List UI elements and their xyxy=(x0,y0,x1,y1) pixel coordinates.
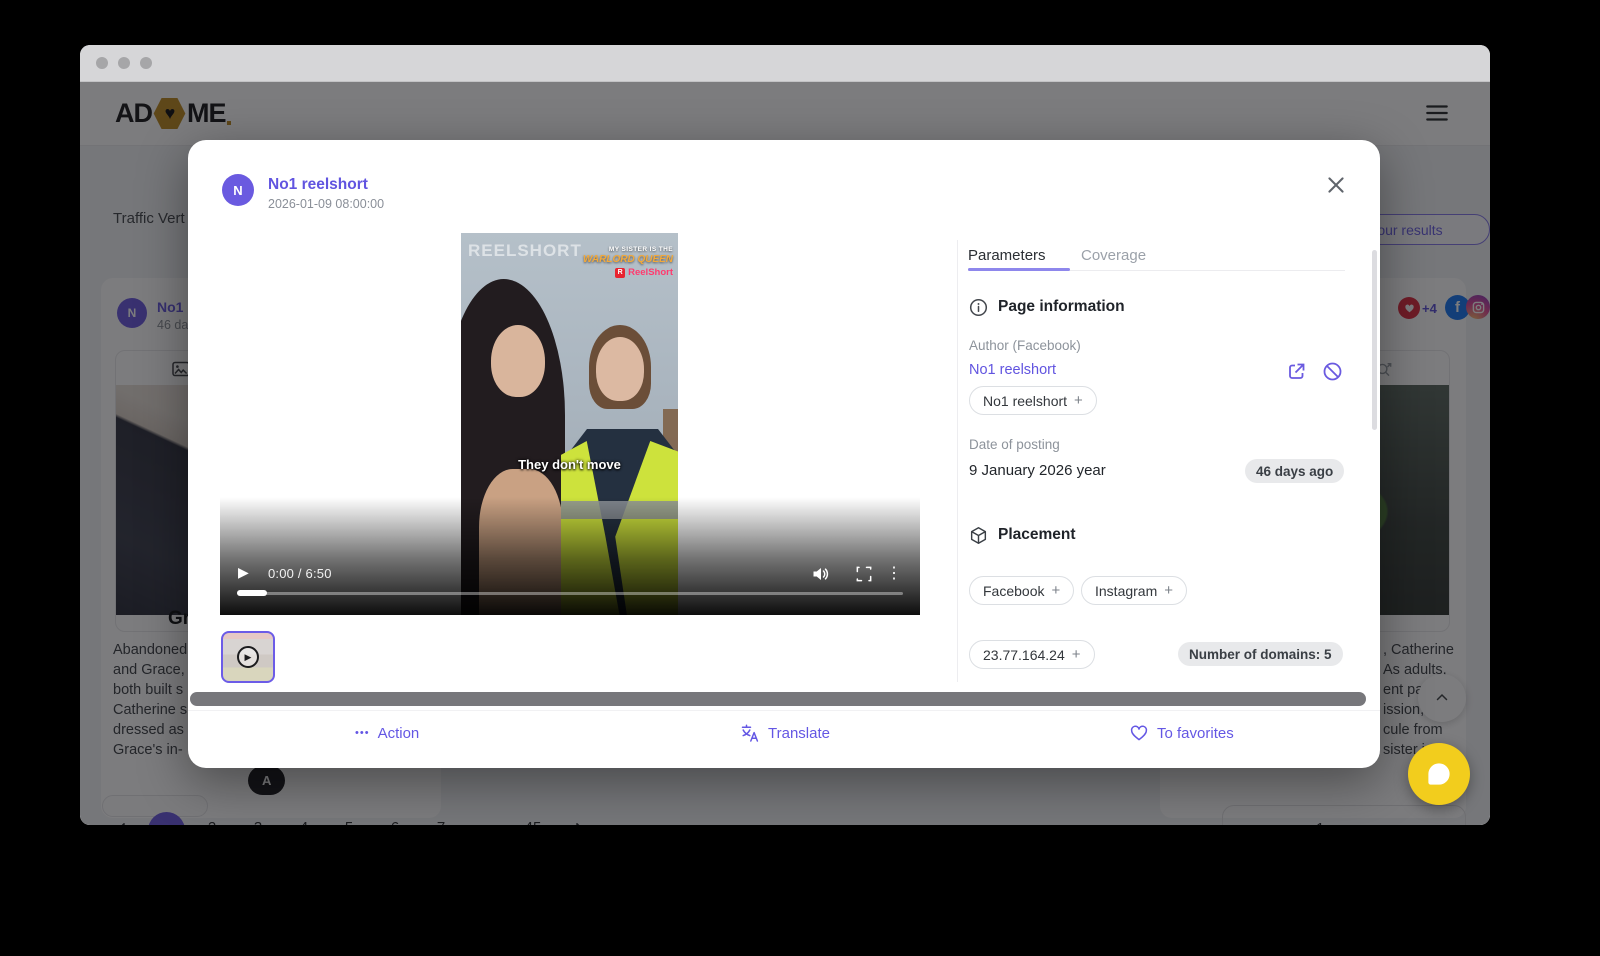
panel-scrollbar[interactable] xyxy=(1372,250,1377,430)
heart-icon xyxy=(1129,723,1149,743)
plus-icon: + xyxy=(1164,582,1173,599)
placement-chip-facebook[interactable]: Facebook+ xyxy=(969,576,1074,605)
to-favorites-button[interactable]: To favorites xyxy=(1129,711,1234,755)
modal-footer: ••• Action Translate To favorites xyxy=(188,710,1380,754)
modal-author-name[interactable]: No1 reelshort xyxy=(268,176,368,194)
modal-avatar: N xyxy=(222,174,254,206)
play-circle-icon: ▶ xyxy=(237,646,259,668)
date-of-posting-value: 9 January 2026 year xyxy=(969,462,1106,479)
more-options-icon[interactable]: ⋮ xyxy=(886,563,902,583)
video-player[interactable]: REELSHORT MY SISTER IS THE WARLORD QUEEN… xyxy=(220,233,920,615)
seek-thumb[interactable] xyxy=(237,590,267,596)
info-icon xyxy=(969,298,988,317)
window-maximize-icon[interactable] xyxy=(140,57,152,69)
tab-parameters[interactable]: Parameters xyxy=(968,247,1046,264)
horizontal-scrollbar[interactable] xyxy=(190,692,1366,706)
chat-widget-button[interactable] xyxy=(1408,743,1470,805)
modal-datetime: 2026-01-09 08:00:00 xyxy=(268,197,384,211)
plus-icon: + xyxy=(1074,392,1083,409)
placement-chip-instagram[interactable]: Instagram+ xyxy=(1081,576,1187,605)
author-label: Author (Facebook) xyxy=(969,338,1081,353)
ad-detail-modal: N No1 reelshort 2026-01-09 08:00:00 R xyxy=(188,140,1380,768)
volume-icon[interactable] xyxy=(810,563,832,585)
seek-bar[interactable] xyxy=(237,592,903,595)
action-dots-icon: ••• xyxy=(355,727,370,739)
author-link[interactable]: No1 reelshort xyxy=(969,362,1056,378)
titlebar xyxy=(80,45,1490,82)
domains-count-badge: Number of domains: 5 xyxy=(1178,642,1343,666)
reelshort-brand: ReelShort xyxy=(628,268,673,278)
ip-address-chip[interactable]: 23.77.164.24+ xyxy=(969,640,1095,669)
video-time: 0:00 / 6:50 xyxy=(268,566,332,581)
chat-bubble-icon xyxy=(1424,759,1454,789)
page-information-heading: Page information xyxy=(998,298,1125,316)
browser-window: AD ♥ ME Traffic Vert our results N No1 4… xyxy=(80,45,1490,825)
panel-divider xyxy=(957,240,958,682)
video-title-line2: WARLORD QUEEN xyxy=(583,255,673,265)
placement-heading: Placement xyxy=(998,526,1076,544)
block-icon[interactable] xyxy=(1322,361,1343,382)
creative-thumbnail[interactable]: ▶ xyxy=(221,631,275,683)
author-chip[interactable]: No1 reelshort+ xyxy=(969,386,1097,415)
window-close-icon[interactable] xyxy=(96,57,108,69)
placement-cube-icon xyxy=(969,526,988,545)
plus-icon: + xyxy=(1051,582,1060,599)
translate-icon xyxy=(740,723,760,743)
reelshort-watermark: REELSHORT xyxy=(468,241,582,261)
play-icon[interactable]: ▶ xyxy=(238,564,249,581)
right-actress-face xyxy=(596,337,644,401)
tab-coverage[interactable]: Coverage xyxy=(1081,247,1146,264)
active-tab-underline xyxy=(968,268,1070,271)
translate-button[interactable]: Translate xyxy=(740,711,830,755)
reelshort-r-logo-icon: R xyxy=(615,268,625,278)
screenshot-canvas: AD ♥ ME Traffic Vert our results N No1 4… xyxy=(0,0,1600,956)
controls-gradient xyxy=(220,497,920,615)
close-icon[interactable] xyxy=(1324,173,1348,197)
plus-icon: + xyxy=(1072,646,1081,663)
fullscreen-icon[interactable] xyxy=(854,564,874,584)
days-ago-badge: 46 days ago xyxy=(1245,459,1344,483)
external-link-icon[interactable] xyxy=(1286,361,1307,382)
video-title-block: MY SISTER IS THE WARLORD QUEEN R ReelSho… xyxy=(583,245,673,278)
video-controls: ▶ 0:00 / 6:50 ⋮ xyxy=(220,563,920,585)
date-of-posting-label: Date of posting xyxy=(969,437,1060,452)
window-minimize-icon[interactable] xyxy=(118,57,130,69)
action-button[interactable]: ••• Action xyxy=(355,711,419,755)
left-actress-face xyxy=(491,325,545,397)
video-caption: They don't move xyxy=(461,457,678,472)
